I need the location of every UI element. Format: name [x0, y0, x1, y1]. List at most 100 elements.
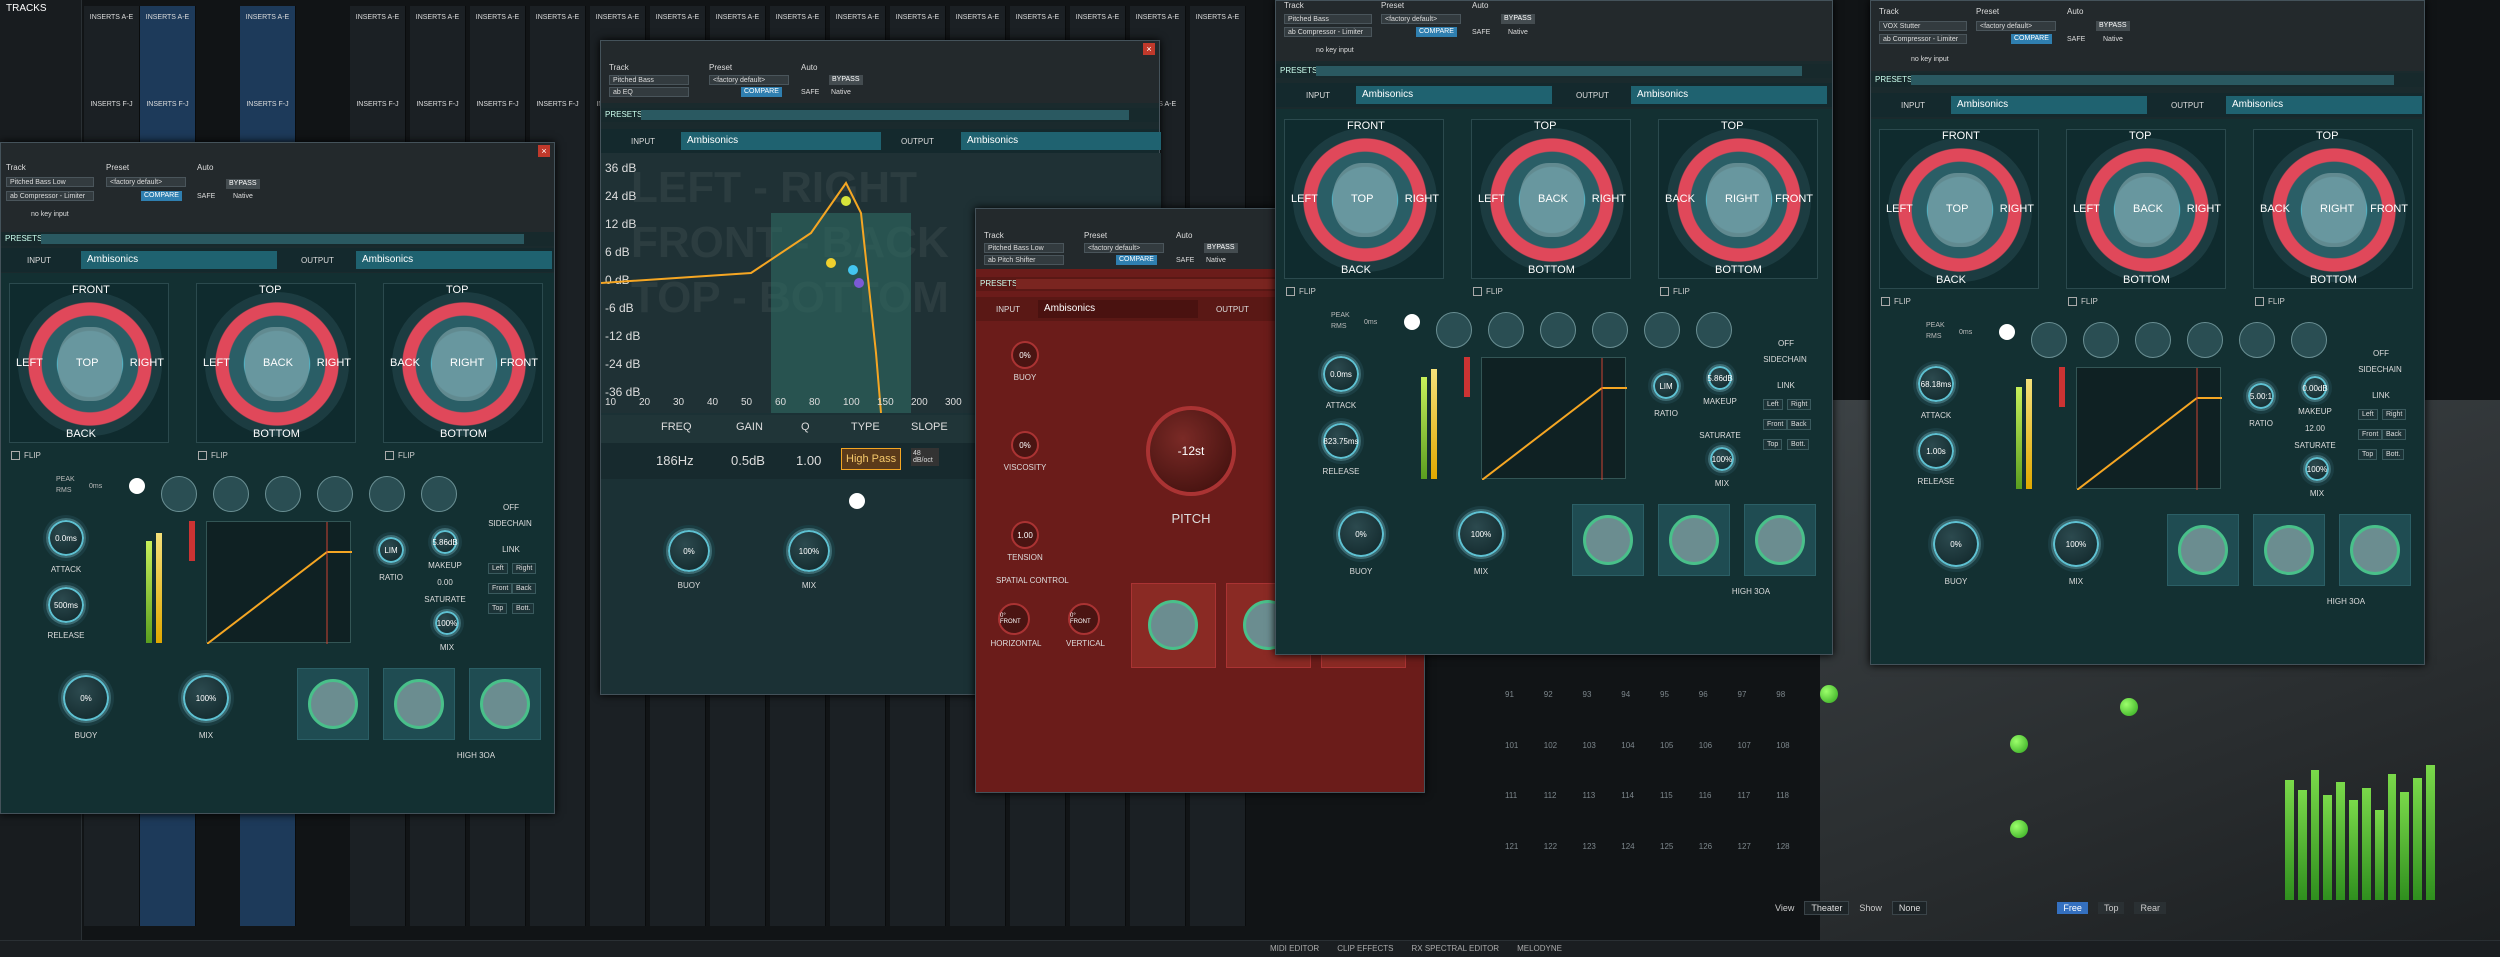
- link-button[interactable]: Top: [488, 603, 508, 614]
- input-select[interactable]: Ambisonics: [1951, 96, 2147, 114]
- preset-field[interactable]: [1316, 66, 1802, 76]
- rms-label[interactable]: RMS: [1926, 333, 1942, 340]
- mix-knob[interactable]: 100%: [433, 609, 461, 637]
- key-input-select[interactable]: no key input: [1911, 56, 1949, 63]
- bypass-button[interactable]: BYPASS: [1501, 14, 1535, 24]
- tab-clip-effects[interactable]: CLIP EFFECTS: [1337, 944, 1393, 954]
- release-knob[interactable]: 1.00s: [1916, 431, 1956, 471]
- lookahead-value[interactable]: 0ms: [1364, 319, 1377, 326]
- horizontal-knob[interactable]: 0° FRONT: [998, 603, 1030, 635]
- plugin-select[interactable]: ab Compressor - Limiter: [6, 191, 94, 201]
- link-button[interactable]: Top: [2358, 449, 2378, 460]
- link-button[interactable]: Right: [1787, 399, 1812, 410]
- ambisonic-view[interactable]: FRONT TOP LEFT RIGHT BACK: [1284, 119, 1444, 279]
- peak-label[interactable]: PEAK: [56, 476, 75, 483]
- native-button[interactable]: Native: [831, 89, 851, 96]
- flip-checkbox[interactable]: FLIP: [1660, 287, 1690, 296]
- close-icon[interactable]: ×: [538, 145, 550, 157]
- solo-dot[interactable]: [129, 478, 145, 494]
- sh-order-icon[interactable]: [2031, 322, 2067, 358]
- flip-checkbox[interactable]: FLIP: [1286, 287, 1316, 296]
- ambisonic-view[interactable]: FRONT TOP LEFT RIGHT BACK: [1879, 129, 2039, 289]
- ambi-view-mini[interactable]: [1131, 583, 1216, 668]
- mix-knob[interactable]: 100%: [1708, 445, 1736, 473]
- link-button[interactable]: Back: [1787, 419, 1811, 430]
- output-mix-knob[interactable]: 100%: [181, 673, 231, 723]
- ambi-view-mini[interactable]: [1572, 504, 1644, 576]
- order-label[interactable]: HIGH 3OA: [456, 751, 496, 760]
- preset-select[interactable]: <factory default>: [1084, 243, 1164, 253]
- track-select[interactable]: Pitched Bass Low: [6, 177, 94, 187]
- output-select[interactable]: Ambisonics: [2226, 96, 2422, 114]
- q-value[interactable]: 1.00: [796, 453, 821, 468]
- link-button[interactable]: Bott.: [2382, 449, 2405, 460]
- tension-knob[interactable]: 1.00: [1011, 521, 1039, 549]
- ambisonic-view[interactable]: TOP RIGHT BACK FRONT BOTTOM: [1658, 119, 1818, 279]
- buoy-knob[interactable]: 0%: [1011, 341, 1039, 369]
- preset-select[interactable]: <factory default>: [106, 177, 186, 187]
- free-button[interactable]: Free: [2057, 902, 2088, 914]
- mix-knob[interactable]: 100%: [2303, 455, 2331, 483]
- makeup-knob[interactable]: 5.86dB: [1706, 364, 1734, 392]
- input-select[interactable]: Ambisonics: [1038, 300, 1198, 318]
- ambi-view-mini[interactable]: [1744, 504, 1816, 576]
- preset-select[interactable]: <factory default>: [709, 75, 789, 85]
- link-button[interactable]: Left: [488, 563, 508, 574]
- transfer-curve[interactable]: [206, 521, 352, 645]
- compare-button[interactable]: COMPARE: [741, 87, 782, 97]
- link-button[interactable]: Front: [2358, 429, 2383, 440]
- flip-checkbox[interactable]: FLIP: [385, 451, 415, 460]
- flip-checkbox[interactable]: FLIP: [11, 451, 41, 460]
- solo-dot[interactable]: [849, 493, 865, 509]
- sidechain-off[interactable]: OFF: [1766, 339, 1806, 348]
- ambi-view-mini[interactable]: [2167, 514, 2239, 586]
- release-knob[interactable]: 500ms: [46, 585, 86, 625]
- solo-dot[interactable]: [1404, 314, 1420, 330]
- peak-label[interactable]: PEAK: [1331, 312, 1350, 319]
- link-button[interactable]: Right: [2382, 409, 2407, 420]
- show-select[interactable]: None: [1891, 901, 1928, 915]
- sh-order-icon[interactable]: [1644, 312, 1680, 348]
- sh-order-icon[interactable]: [2239, 322, 2275, 358]
- bypass-button[interactable]: BYPASS: [2096, 21, 2130, 31]
- safe-button[interactable]: SAFE: [1176, 257, 1194, 264]
- lookahead-value[interactable]: 0ms: [1959, 329, 1972, 336]
- tab-rx-spectral-editor[interactable]: RX SPECTRAL EDITOR: [1412, 944, 1500, 954]
- source-dot[interactable]: [2010, 735, 2028, 753]
- track-select[interactable]: Pitched Bass Low: [984, 243, 1064, 253]
- safe-button[interactable]: SAFE: [2067, 36, 2085, 43]
- ambi-view-mini[interactable]: [2253, 514, 2325, 586]
- output-select[interactable]: Ambisonics: [1631, 86, 1827, 104]
- ratio-knob[interactable]: LIM: [376, 535, 406, 565]
- link-button[interactable]: Back: [512, 583, 536, 594]
- sh-order-icon[interactable]: [317, 476, 353, 512]
- saturate-value[interactable]: 12.00: [2291, 424, 2339, 433]
- buoy-knob[interactable]: 0%: [61, 673, 111, 723]
- preset-select[interactable]: <factory default>: [1976, 21, 2056, 31]
- link-button[interactable]: Back: [2382, 429, 2406, 440]
- input-select[interactable]: Ambisonics: [81, 251, 277, 269]
- attack-knob[interactable]: 68.18ms: [1916, 364, 1956, 404]
- peak-label[interactable]: PEAK: [1926, 322, 1945, 329]
- lookahead-value[interactable]: 0ms: [89, 483, 102, 490]
- flip-checkbox[interactable]: FLIP: [198, 451, 228, 460]
- attack-knob[interactable]: 0.0ms: [46, 518, 86, 558]
- flip-checkbox[interactable]: FLIP: [1881, 297, 1911, 306]
- ambisonic-view[interactable]: TOP RIGHT BACK FRONT BOTTOM: [383, 283, 543, 443]
- ambi-view-mini[interactable]: [469, 668, 541, 740]
- input-select[interactable]: Ambisonics: [681, 132, 881, 150]
- pitch-knob[interactable]: -12st: [1146, 406, 1236, 496]
- preset-field[interactable]: [641, 110, 1129, 120]
- sh-order-icon[interactable]: [1592, 312, 1628, 348]
- flip-checkbox[interactable]: FLIP: [2255, 297, 2285, 306]
- sh-order-icon[interactable]: [1488, 312, 1524, 348]
- preset-field[interactable]: [1911, 75, 2394, 85]
- output-select[interactable]: Ambisonics: [356, 251, 552, 269]
- sh-order-icon[interactable]: [1436, 312, 1472, 348]
- solo-dot[interactable]: [1999, 324, 2015, 340]
- source-dot[interactable]: [1820, 685, 1838, 703]
- vertical-knob[interactable]: 0° FRONT: [1068, 603, 1100, 635]
- link-button[interactable]: Top: [1763, 439, 1783, 450]
- tab-melodyne[interactable]: MELODYNE: [1517, 944, 1562, 954]
- bypass-button[interactable]: BYPASS: [226, 179, 260, 189]
